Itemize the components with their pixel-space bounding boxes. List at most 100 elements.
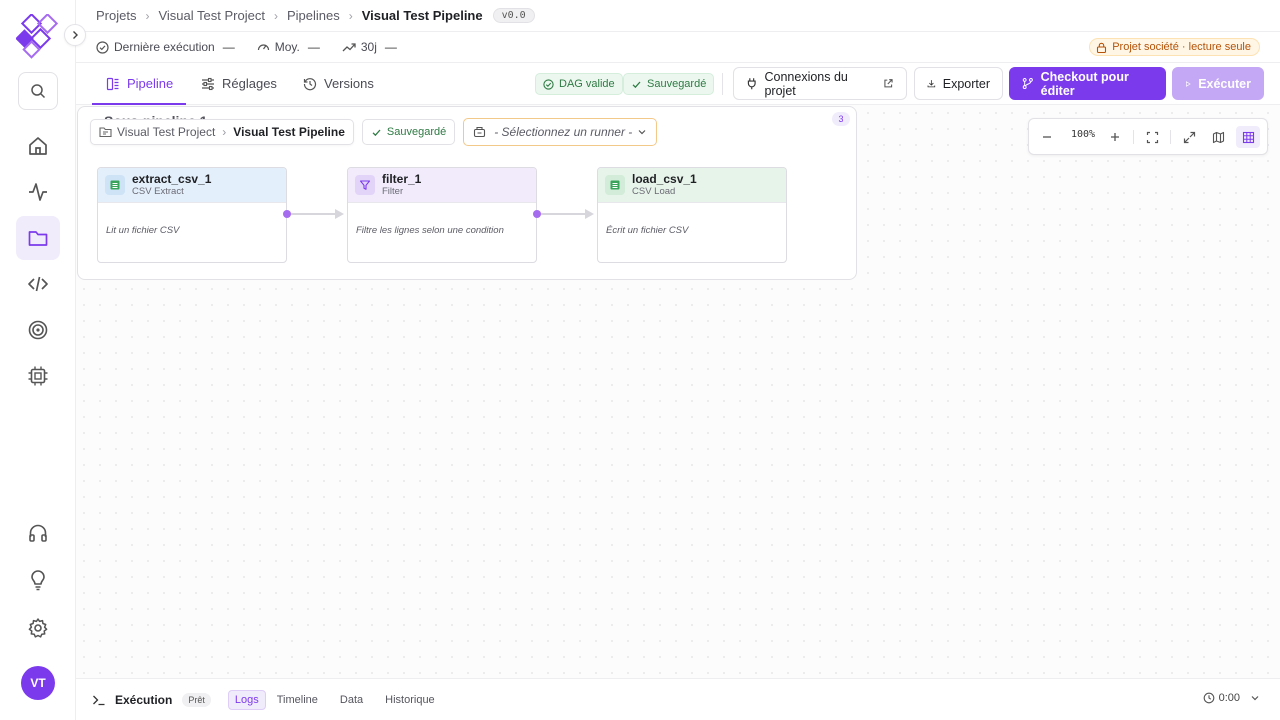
sidebar-item-support[interactable] xyxy=(16,511,60,555)
sliders-icon xyxy=(202,77,214,90)
sidebar-item-activity[interactable] xyxy=(16,170,60,214)
node-edge[interactable] xyxy=(541,213,588,215)
sidebar-item-settings[interactable] xyxy=(16,606,60,650)
tab-pipeline[interactable]: Pipeline xyxy=(92,63,186,105)
sidebar-expand-button[interactable] xyxy=(64,24,86,46)
target-icon xyxy=(28,320,48,340)
pipeline-toolbar: Pipeline Réglages Versions DAG valide Sa… xyxy=(76,63,1280,105)
history-icon xyxy=(303,77,317,90)
tab-data[interactable]: Data xyxy=(334,691,369,709)
execution-panel-title: Exécution xyxy=(115,692,173,707)
folder-icon xyxy=(99,127,112,138)
sub-pipeline-node-count: 3 xyxy=(832,112,850,126)
pipeline-node-extract[interactable]: extract_csv_1 CSV Extract Lit un fichier… xyxy=(97,167,287,263)
pipeline-stats-bar: Dernière exécution — Moy. — 30j — Projet… xyxy=(76,32,1280,63)
gear-icon xyxy=(28,618,48,638)
node-header: filter_1 Filter xyxy=(348,168,536,203)
search-button[interactable] xyxy=(18,72,58,110)
canvas-breadcrumb-project[interactable]: Visual Test Project xyxy=(117,125,215,139)
sub-pipeline-group[interactable]: Sous-pipeline 1 3 Visual Test Project › … xyxy=(77,106,857,280)
map-icon xyxy=(1212,131,1224,143)
readonly-badge-label: Projet société · lecture seule xyxy=(1112,41,1251,53)
export-label: Exporter xyxy=(942,76,990,91)
sidebar-item-code[interactable] xyxy=(16,262,60,306)
trending-up-icon xyxy=(342,42,356,51)
plus-icon xyxy=(1111,133,1119,141)
zoom-in-button[interactable] xyxy=(1103,126,1127,148)
node-edge[interactable] xyxy=(291,213,338,215)
play-icon xyxy=(1185,80,1191,87)
zoom-level: 100% xyxy=(1070,129,1096,140)
pipeline-node-load[interactable]: load_csv_1 CSV Load Écrit un fichier CSV xyxy=(597,167,787,263)
git-branch-icon xyxy=(1022,78,1033,89)
sidebar-item-target[interactable] xyxy=(16,308,60,352)
minus-icon xyxy=(1043,136,1051,138)
execution-timer: 0:00 xyxy=(1203,692,1264,704)
tab-logs[interactable]: Logs xyxy=(227,689,266,710)
project-connections-button[interactable]: Connexions du projet xyxy=(733,67,907,100)
pipeline-canvas[interactable]: Sous-pipeline 1 3 Visual Test Project › … xyxy=(76,105,1280,678)
canvas-pipeline-bar: Visual Test Project › Visual Test Pipeli… xyxy=(90,118,658,146)
zoom-out-button[interactable] xyxy=(1035,126,1059,148)
grid-toggle-button[interactable] xyxy=(1236,126,1260,148)
node-output-port[interactable] xyxy=(533,210,541,218)
runner-icon xyxy=(474,126,486,138)
canvas-breadcrumb-pipeline: Visual Test Pipeline xyxy=(233,125,345,139)
fullscreen-button[interactable] xyxy=(1177,126,1201,148)
tab-versions[interactable]: Versions xyxy=(303,63,374,104)
breadcrumb-projects[interactable]: Projets xyxy=(96,8,136,23)
sidebar-item-home[interactable] xyxy=(16,124,60,168)
checkout-to-edit-label: Checkout pour éditer xyxy=(1040,69,1129,98)
execution-timer-value: 0:00 xyxy=(1218,692,1240,704)
stat-average-value: — xyxy=(307,40,320,54)
canvas-breadcrumb: Visual Test Project › Visual Test Pipeli… xyxy=(90,119,354,145)
terminal-icon xyxy=(93,695,105,705)
checkout-to-edit-button[interactable]: Checkout pour éditer xyxy=(1009,67,1166,100)
export-button[interactable]: Exporter xyxy=(914,67,1003,100)
run-button[interactable]: Exécuter xyxy=(1172,67,1264,100)
runner-select[interactable]: - Sélectionnez un runner - xyxy=(463,118,658,146)
zoom-divider xyxy=(1133,130,1134,144)
execution-status-badge: Prêt xyxy=(182,692,211,707)
breadcrumb-current-pipeline: Visual Test Pipeline xyxy=(361,8,483,23)
sidebar-item-projects[interactable] xyxy=(16,216,60,260)
fit-view-button[interactable] xyxy=(1140,126,1164,148)
minimap-button[interactable] xyxy=(1206,126,1230,148)
node-type: CSV Load xyxy=(632,186,676,197)
node-name: load_csv_1 xyxy=(632,172,697,186)
user-avatar[interactable]: VT xyxy=(21,666,55,700)
stat-trend: 30j — xyxy=(342,40,397,54)
saved-label: Sauvegardé xyxy=(647,78,707,90)
tab-settings[interactable]: Réglages xyxy=(201,63,277,104)
tab-timeline[interactable]: Timeline xyxy=(271,691,324,709)
toolbar-divider xyxy=(722,73,723,95)
chevron-right-icon xyxy=(73,31,78,39)
breadcrumb-pipelines[interactable]: Pipelines xyxy=(287,8,340,23)
sidebar-item-tips[interactable] xyxy=(16,558,60,602)
home-icon xyxy=(29,137,47,155)
check-circle-icon xyxy=(543,78,554,90)
pipeline-node-filter[interactable]: filter_1 Filter Filtre les lignes selon … xyxy=(347,167,537,263)
breadcrumb: Projets › Visual Test Project › Pipeline… xyxy=(76,0,1280,32)
app-logo[interactable] xyxy=(15,12,60,60)
node-type: CSV Extract xyxy=(132,186,184,197)
stat-last-run: Dernière exécution — xyxy=(96,40,235,54)
check-icon xyxy=(372,129,381,136)
stat-last-run-value: — xyxy=(222,40,235,54)
csv-extract-icon xyxy=(105,175,125,195)
node-description: Écrit un fichier CSV xyxy=(606,225,689,236)
tab-versions-label: Versions xyxy=(324,76,374,91)
sidebar-item-runners[interactable] xyxy=(16,354,60,398)
canvas-zoom-controls: 100% xyxy=(1028,118,1268,155)
dag-valid-badge: DAG valide xyxy=(535,73,623,95)
run-label: Exécuter xyxy=(1198,76,1251,91)
stat-trend-label: 30j xyxy=(360,40,377,54)
breadcrumb-project[interactable]: Visual Test Project xyxy=(158,8,264,23)
saved-badge: Sauvegardé xyxy=(623,73,715,95)
chevron-down-icon[interactable] xyxy=(1250,693,1260,703)
check-icon xyxy=(632,81,641,88)
node-output-port[interactable] xyxy=(283,210,291,218)
lightbulb-icon xyxy=(31,570,45,591)
headphones-icon xyxy=(29,524,47,542)
tab-history[interactable]: Historique xyxy=(379,691,441,709)
